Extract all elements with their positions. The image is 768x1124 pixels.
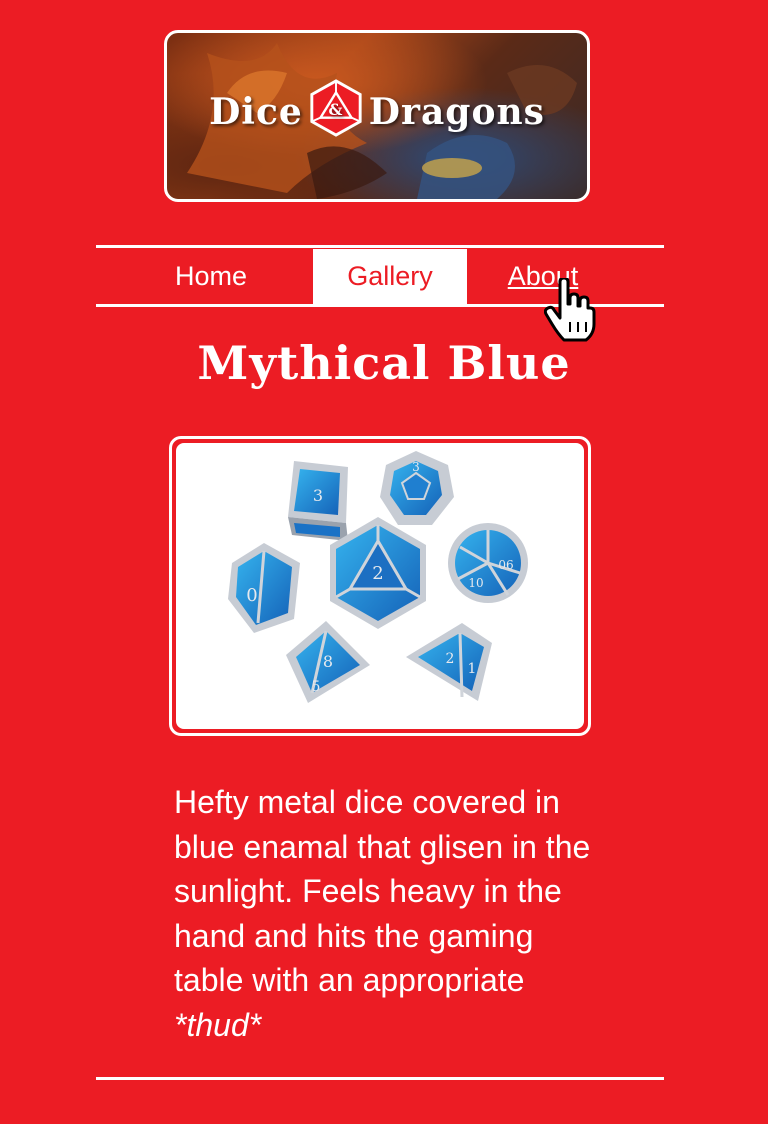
svg-text:5: 5 [312, 679, 321, 695]
svg-text:2: 2 [372, 563, 383, 584]
svg-text:06: 06 [498, 558, 513, 572]
svg-text:3: 3 [313, 486, 323, 505]
svg-text:8: 8 [323, 652, 333, 671]
brand-logo: Dice & Dragons [167, 79, 587, 137]
d8-die: 0 [228, 543, 300, 633]
description-emphasis: *thud* [174, 1006, 262, 1043]
d4-die-right: 2 1 [406, 623, 492, 701]
nav-top-divider [96, 245, 664, 248]
brand-name-left: Dice [209, 91, 303, 133]
svg-text:10: 10 [468, 576, 483, 590]
description-text: Hefty metal dice covered in blue enamal … [174, 784, 591, 998]
d6-die: 3 [288, 461, 348, 541]
footer-divider [96, 1077, 664, 1080]
d12-die: 3 [380, 451, 454, 525]
product-photo[interactable]: 3 3 2 0 06 10 8 5 2 1 [176, 443, 584, 729]
svg-text:2: 2 [446, 651, 455, 667]
svg-text:3: 3 [412, 460, 420, 474]
page-title: Mythical Blue [197, 336, 571, 390]
ampersand-glyph: & [328, 100, 343, 119]
hand-pointer-icon [544, 278, 596, 342]
d20-icon: & [310, 79, 362, 137]
product-description: Hefty metal dice covered in blue enamal … [174, 780, 594, 1047]
header-banner[interactable]: Dice & Dragons [164, 30, 590, 202]
brand-name-right: Dragons [368, 91, 545, 133]
nav-home-link[interactable]: Home [134, 249, 288, 304]
svg-text:1: 1 [468, 661, 477, 677]
dice-set-image: 3 3 2 0 06 10 8 5 2 1 [228, 451, 528, 703]
svg-text:0: 0 [246, 585, 257, 606]
d4-die-left: 8 5 [286, 621, 370, 703]
product-photo-frame: 3 3 2 0 06 10 8 5 2 1 [169, 436, 591, 736]
d10-die: 06 10 [448, 523, 528, 603]
nav-gallery-link[interactable]: Gallery [313, 249, 467, 304]
